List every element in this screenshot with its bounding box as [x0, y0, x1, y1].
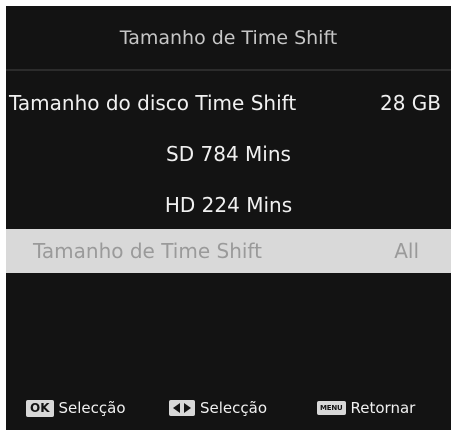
time-shift-size-option-label: Tamanho de Time Shift: [33, 239, 262, 263]
left-right-arrows-icon: [169, 400, 195, 416]
disk-size-label: Tamanho do disco Time Shift: [9, 91, 297, 115]
disk-size-value: 28 GB: [379, 91, 441, 115]
left-right-select-label: Selecção: [200, 399, 268, 417]
left-right-select-hint: Selecção: [169, 399, 267, 417]
hd-minutes-info: HD 224 Mins: [164, 193, 293, 217]
title-divider: [6, 69, 451, 71]
screen-title: Tamanho de Time Shift: [119, 27, 338, 49]
time-shift-size-option-row[interactable]: Tamanho de Time Shift All: [6, 229, 451, 273]
menu-return-label: Retornar: [350, 399, 416, 417]
time-shift-size-screen: Tamanho de Time Shift Tamanho do disco T…: [6, 6, 451, 430]
sd-minutes-info: SD 784 Mins: [166, 142, 291, 166]
ok-select-label: Selecção: [58, 399, 126, 417]
ok-key-icon: OK: [26, 399, 54, 417]
disk-size-row: Tamanho do disco Time Shift 28 GB: [9, 86, 445, 120]
time-shift-size-option-value[interactable]: All: [394, 239, 419, 263]
menu-key-icon: MENU: [317, 401, 346, 415]
menu-return-hint: MENU Retornar: [317, 399, 415, 417]
ok-select-hint: OK Selecção: [26, 399, 126, 417]
footer-hints: OK Selecção Selecção MENU Retornar: [6, 399, 451, 423]
